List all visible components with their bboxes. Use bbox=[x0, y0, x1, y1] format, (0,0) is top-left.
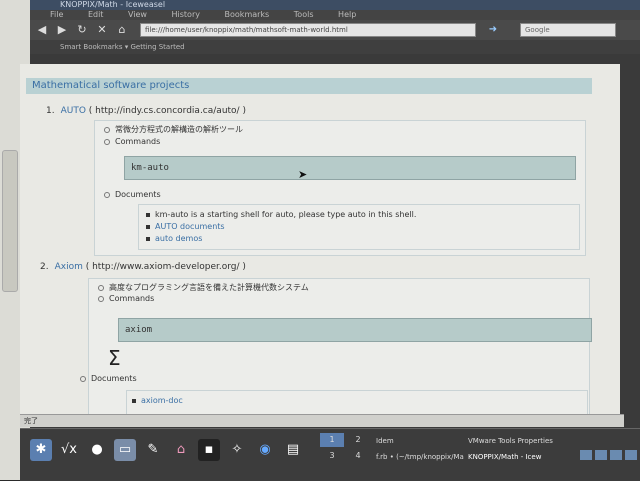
editor-icon[interactable]: ✎ bbox=[142, 439, 164, 461]
task-vmware-tools[interactable]: VMware Tools Properties bbox=[468, 437, 553, 445]
axiom-link[interactable]: Axiom bbox=[55, 262, 83, 272]
menu-help[interactable]: Help bbox=[338, 10, 356, 19]
window-icon[interactable]: ▭ bbox=[114, 439, 136, 461]
auto-link[interactable]: AUTO bbox=[61, 106, 86, 116]
item-url: ( http://www.axiom-developer.org/ ) bbox=[85, 262, 246, 272]
item-axiom-title: 2. Axiom ( http://www.axiom-developer.org… bbox=[40, 262, 246, 272]
auto-doc-item: km-auto is a starting shell for auto, pl… bbox=[146, 210, 416, 219]
desktop-pager: 1 2 3 4 bbox=[320, 433, 372, 465]
auto-commands-label: Commands bbox=[104, 137, 160, 146]
menu-view[interactable]: View bbox=[128, 10, 147, 19]
auto-command-box: km-auto bbox=[124, 156, 576, 180]
menu-bar: File Edit View History Bookmarks Tools H… bbox=[30, 10, 640, 20]
system-tray bbox=[580, 445, 640, 460]
status-bar: 完了 bbox=[20, 414, 624, 427]
bullet-icon bbox=[146, 224, 150, 229]
desktop-4-button[interactable]: 4 bbox=[346, 449, 370, 463]
home-icon[interactable]: ⌂ bbox=[114, 23, 130, 37]
task-browser[interactable]: KNOPPIX/Math - Icew bbox=[468, 453, 541, 461]
sigma-logo-icon: Σ bbox=[108, 346, 121, 370]
axiom-command-box: axiom bbox=[118, 318, 592, 342]
item-number: 2. bbox=[40, 262, 49, 272]
mouse-cursor-icon: ➤ bbox=[298, 168, 308, 181]
bezel-latch bbox=[2, 150, 18, 292]
axiom-documents-box bbox=[126, 390, 588, 414]
url-input[interactable]: file:///home/user/knoppix/math/mathsoft-… bbox=[140, 23, 476, 37]
bullet-icon bbox=[98, 295, 104, 302]
page-content: Mathematical software projects 1. AUTO ( … bbox=[20, 64, 620, 414]
bullet-icon bbox=[104, 126, 110, 133]
bullet-icon bbox=[80, 375, 86, 382]
bullet-icon bbox=[98, 284, 104, 291]
tray-icon[interactable] bbox=[580, 450, 592, 460]
axiom-documents-label: Documents bbox=[80, 374, 137, 383]
axiom-doc-link[interactable]: axiom-doc bbox=[132, 396, 183, 405]
axiom-description: 高度なプログラミング言語を備えた計算機代数システム bbox=[98, 282, 309, 293]
desktop-1-button[interactable]: 1 bbox=[320, 433, 344, 447]
menu-history[interactable]: History bbox=[172, 10, 200, 19]
home-folder-icon[interactable]: ⌂ bbox=[170, 439, 192, 461]
kde-menu-icon[interactable]: ✱ bbox=[30, 439, 52, 461]
auto-doc-link[interactable]: AUTO documents bbox=[146, 222, 225, 231]
tray-icon[interactable] bbox=[595, 450, 607, 460]
taskbar: ✱ √x ● ▭ ✎ ⌂ ▪ ✧ ◉ ▤ 1 2 3 4 Idem VMware… bbox=[20, 428, 640, 481]
file-manager-icon[interactable]: ▤ bbox=[282, 439, 304, 461]
reload-icon[interactable]: ↻ bbox=[74, 23, 90, 37]
item-number: 1. bbox=[46, 106, 55, 116]
desktop-3-button[interactable]: 3 bbox=[320, 449, 344, 463]
sqrt-math-icon[interactable]: √x bbox=[58, 439, 80, 461]
task-terminal[interactable]: f.rb • (~/tmp/knoppix/Ma bbox=[376, 453, 464, 461]
navigation-toolbar: ◀ ▶ ↻ ✕ ⌂ file:///home/user/knoppix/math… bbox=[30, 20, 640, 40]
menu-file[interactable]: File bbox=[50, 10, 63, 19]
task-idem[interactable]: Idem bbox=[376, 437, 394, 445]
item-auto-title: 1. AUTO ( http://indy.cs.concordia.ca/aut… bbox=[46, 106, 246, 116]
go-icon[interactable]: ➜ bbox=[486, 23, 500, 37]
tux-penguin-icon[interactable]: ● bbox=[86, 439, 108, 461]
bookmarks-toolbar[interactable]: Smart Bookmarks ▾ Getting Started bbox=[30, 40, 640, 54]
window-title: KNOPPIX/Math - Iceweasel bbox=[30, 0, 640, 10]
menu-edit[interactable]: Edit bbox=[88, 10, 104, 19]
terminal-icon[interactable]: ▪ bbox=[198, 439, 220, 461]
item-url: ( http://indy.cs.concordia.ca/auto/ ) bbox=[88, 106, 246, 116]
auto-demos-link[interactable]: auto demos bbox=[146, 234, 202, 243]
menu-bookmarks[interactable]: Bookmarks bbox=[225, 10, 270, 19]
auto-description: 常微分方程式の解構造の解析ツール bbox=[104, 124, 243, 135]
menu-tools[interactable]: Tools bbox=[294, 10, 314, 19]
bullet-icon bbox=[132, 398, 136, 403]
desktop-2-button[interactable]: 2 bbox=[346, 433, 370, 447]
stop-icon[interactable]: ✕ bbox=[94, 23, 110, 37]
network-icon[interactable]: ✧ bbox=[226, 439, 248, 461]
axiom-commands-label: Commands bbox=[98, 294, 154, 303]
auto-documents-label: Documents bbox=[104, 190, 161, 199]
browser-globe-icon[interactable]: ◉ bbox=[254, 439, 276, 461]
bullet-icon bbox=[104, 191, 110, 198]
section-title: Mathematical software projects bbox=[26, 78, 592, 94]
back-icon[interactable]: ◀ bbox=[34, 23, 50, 37]
bullet-icon bbox=[104, 138, 110, 145]
tray-icon[interactable] bbox=[610, 450, 622, 460]
bullet-icon bbox=[146, 236, 150, 241]
forward-icon[interactable]: ▶ bbox=[54, 23, 70, 37]
bullet-icon bbox=[146, 212, 150, 217]
search-input[interactable]: Google bbox=[520, 23, 616, 37]
speaker-icon[interactable] bbox=[625, 450, 637, 460]
